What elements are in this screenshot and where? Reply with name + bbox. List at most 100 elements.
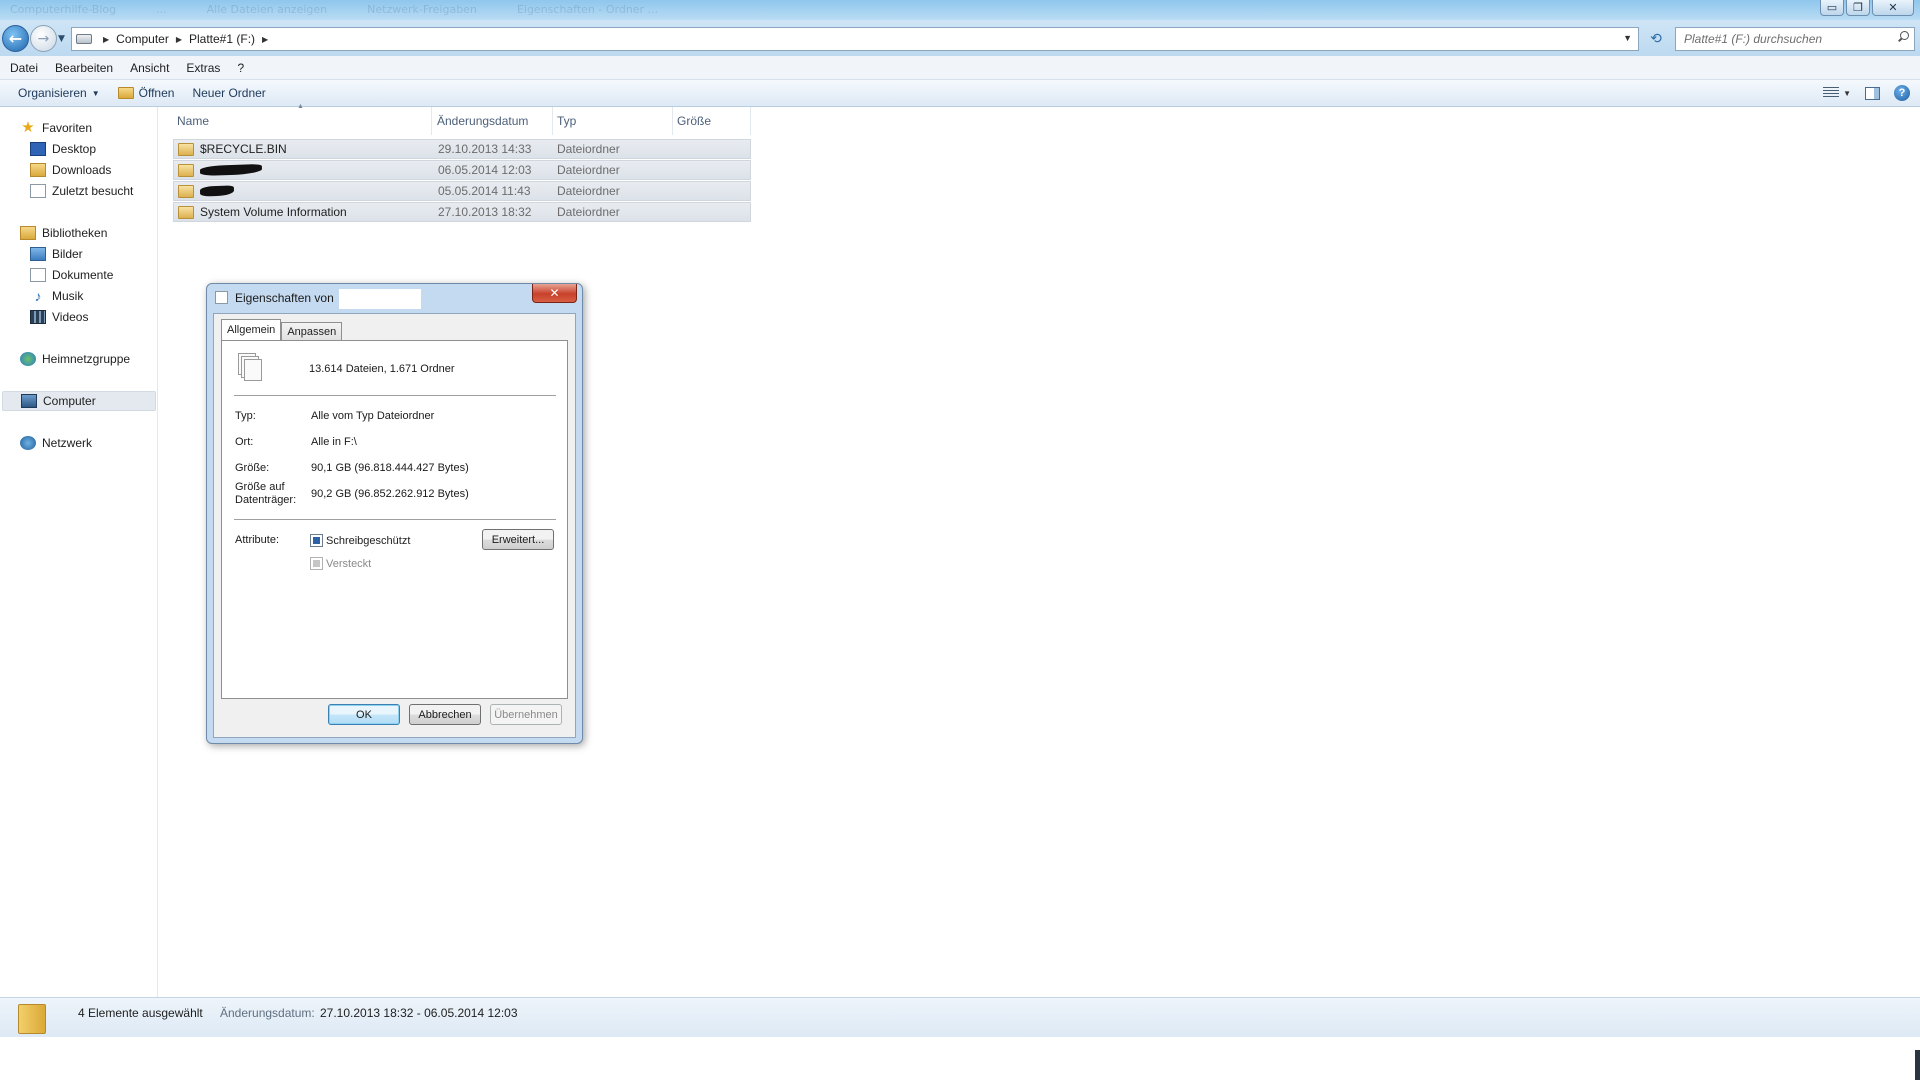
sidebar-item-favorites[interactable]: ★ Favoriten [20, 119, 92, 137]
column-header-label: Typ [557, 114, 577, 128]
readonly-checkbox[interactable]: Schreibgeschützt [310, 534, 410, 547]
help-icon[interactable]: ? [1894, 85, 1910, 101]
sidebar-item-recent[interactable]: Zuletzt besucht [30, 182, 133, 200]
search-input[interactable]: Platte#1 (F:) durchsuchen [1675, 27, 1915, 51]
address-history-dropdown[interactable]: ▼ [1623, 33, 1632, 43]
refresh-icon: ⟲ [1650, 31, 1662, 47]
column-header-modified[interactable]: Änderungsdatum [432, 107, 553, 135]
cancel-button[interactable]: Abbrechen [409, 704, 481, 725]
tab-customize[interactable]: Anpassen [281, 322, 343, 340]
dialog-body: Allgemein Anpassen 13.614 Dateien, 1.671… [213, 313, 576, 738]
navigation-bar: ← → ▼ ▶ Computer ▶ Platte#1 (F:) ▶ ▼ ⟲ P… [0, 20, 1920, 56]
documents-icon [30, 268, 46, 282]
dialog-close-button[interactable]: ✕ [532, 284, 577, 303]
table-row[interactable]: System Volume Information 27.10.2013 18:… [173, 202, 751, 222]
column-header-name[interactable]: ▲ Name [159, 103, 432, 135]
location-value: Alle in F:\ [311, 436, 357, 448]
sidebar-item-label: Downloads [52, 163, 112, 177]
folder-stack-icon [18, 1004, 46, 1034]
back-button[interactable]: ← [2, 25, 29, 52]
window-titlebar: Computerhilfe-Blog ... Alle Dateien anze… [0, 0, 1920, 20]
folder-icon [178, 205, 194, 219]
organize-button[interactable]: Organisieren ▼ [18, 86, 100, 100]
film-icon [30, 310, 46, 324]
folder-icon [178, 142, 194, 156]
sidebar-item-videos[interactable]: Videos [30, 308, 88, 326]
selection-summary: 13.614 Dateien, 1.671 Ordner [309, 363, 455, 375]
recent-pages-dropdown[interactable]: ▼ [58, 34, 65, 44]
redacted-name [199, 185, 235, 197]
chevron-down-icon: ▼ [91, 88, 100, 98]
new-folder-label: Neuer Ordner [192, 86, 266, 100]
chevron-right-icon[interactable]: ▶ [103, 35, 109, 44]
navigation-pane: ★ Favoriten Desktop Downloads Zuletzt be… [0, 107, 158, 997]
menu-view[interactable]: Ansicht [130, 61, 169, 75]
faded-tab: Netzwerk-Freigaben [367, 3, 477, 16]
column-header-label: Name [177, 114, 210, 128]
sidebar-item-libraries[interactable]: Bibliotheken [20, 224, 107, 242]
open-folder-icon [117, 87, 134, 99]
column-header-type[interactable]: Typ [553, 107, 673, 135]
tab-general[interactable]: Allgemein [221, 319, 282, 340]
breadcrumb-computer[interactable]: Computer [116, 32, 169, 46]
refresh-button[interactable]: ⟲ [1645, 29, 1667, 49]
dialog-titlebar[interactable]: Eigenschaften von ✕ [207, 284, 582, 310]
music-note-icon: ♪ [34, 288, 42, 304]
sort-ascending-icon: ▲ [297, 103, 304, 110]
close-window-button[interactable]: ✕ [1872, 0, 1914, 16]
sidebar-item-downloads[interactable]: Downloads [30, 161, 111, 179]
sidebar-item-network[interactable]: Netzwerk [20, 434, 92, 452]
sidebar-item-label: Dokumente [52, 268, 114, 282]
table-row[interactable]: 06.05.2014 12:03 Dateiordner [173, 160, 751, 180]
redacted-name [199, 163, 263, 177]
type-value: Alle vom Typ Dateiordner [311, 410, 435, 422]
sidebar-item-label: Musik [52, 289, 84, 303]
chevron-down-icon[interactable]: ▼ [1843, 89, 1851, 98]
search-icon[interactable] [1897, 31, 1909, 43]
desktop-icon [30, 142, 46, 156]
divider [234, 395, 556, 396]
sidebar-item-computer[interactable]: Computer [2, 391, 156, 411]
disk-size-value: 90,2 GB (96.852.262.912 Bytes) [311, 488, 469, 500]
open-button[interactable]: Öffnen [117, 86, 174, 100]
sidebar-item-label: Bilder [52, 247, 83, 261]
sidebar-item-documents[interactable]: Dokumente [30, 266, 113, 284]
table-row[interactable]: 05.05.2014 11:43 Dateiordner [173, 181, 751, 201]
recent-places-icon [30, 184, 46, 198]
menu-tools[interactable]: Extras [186, 61, 220, 75]
size-label: Größe: [235, 462, 270, 474]
preview-pane-icon[interactable] [1865, 86, 1880, 100]
scroll-edge [1915, 1050, 1920, 1080]
command-bar: Organisieren ▼ Öffnen Neuer Ordner ▼ ? [0, 80, 1920, 107]
hidden-checkbox[interactable]: Versteckt [310, 557, 371, 570]
sidebar-item-pictures[interactable]: Bilder [30, 245, 83, 263]
menu-file[interactable]: Datei [10, 61, 38, 75]
sidebar-item-homegroup[interactable]: Heimnetzgruppe [20, 350, 130, 368]
menu-help[interactable]: ? [237, 61, 244, 75]
minimize-button[interactable]: ▭ [1820, 0, 1844, 16]
folder-icon [178, 184, 194, 198]
type-label: Typ: [235, 410, 256, 422]
table-row[interactable]: $RECYCLE.BIN 29.10.2013 14:33 Dateiordne… [173, 139, 751, 159]
sidebar-item-music[interactable]: ♪ Musik [30, 287, 84, 305]
change-view-icon[interactable] [1823, 87, 1840, 99]
sidebar-item-label: Desktop [52, 142, 97, 156]
sidebar-item-desktop[interactable]: Desktop [30, 140, 96, 158]
column-header-label: Änderungsdatum [437, 114, 529, 128]
checkbox-box [310, 557, 323, 570]
drive-icon [76, 34, 92, 44]
column-header-label: Größe [677, 114, 712, 128]
forward-button[interactable]: → [30, 25, 57, 52]
ok-button[interactable]: OK [328, 704, 400, 725]
breadcrumb-drive[interactable]: Platte#1 (F:) [189, 32, 255, 46]
advanced-button[interactable]: Erweitert... [482, 529, 554, 550]
apply-button[interactable]: Übernehmen [490, 704, 562, 725]
menu-edit[interactable]: Bearbeiten [55, 61, 113, 75]
address-bar[interactable]: ▶ Computer ▶ Platte#1 (F:) ▶ ▼ [71, 27, 1639, 51]
new-folder-button[interactable]: Neuer Ordner [192, 86, 265, 100]
chevron-right-icon[interactable]: ▶ [262, 35, 268, 44]
chevron-right-icon[interactable]: ▶ [176, 35, 182, 44]
maximize-button[interactable]: ❐ [1846, 0, 1870, 16]
file-type: Dateiordner [557, 163, 620, 177]
column-header-size[interactable]: Größe [673, 107, 751, 135]
